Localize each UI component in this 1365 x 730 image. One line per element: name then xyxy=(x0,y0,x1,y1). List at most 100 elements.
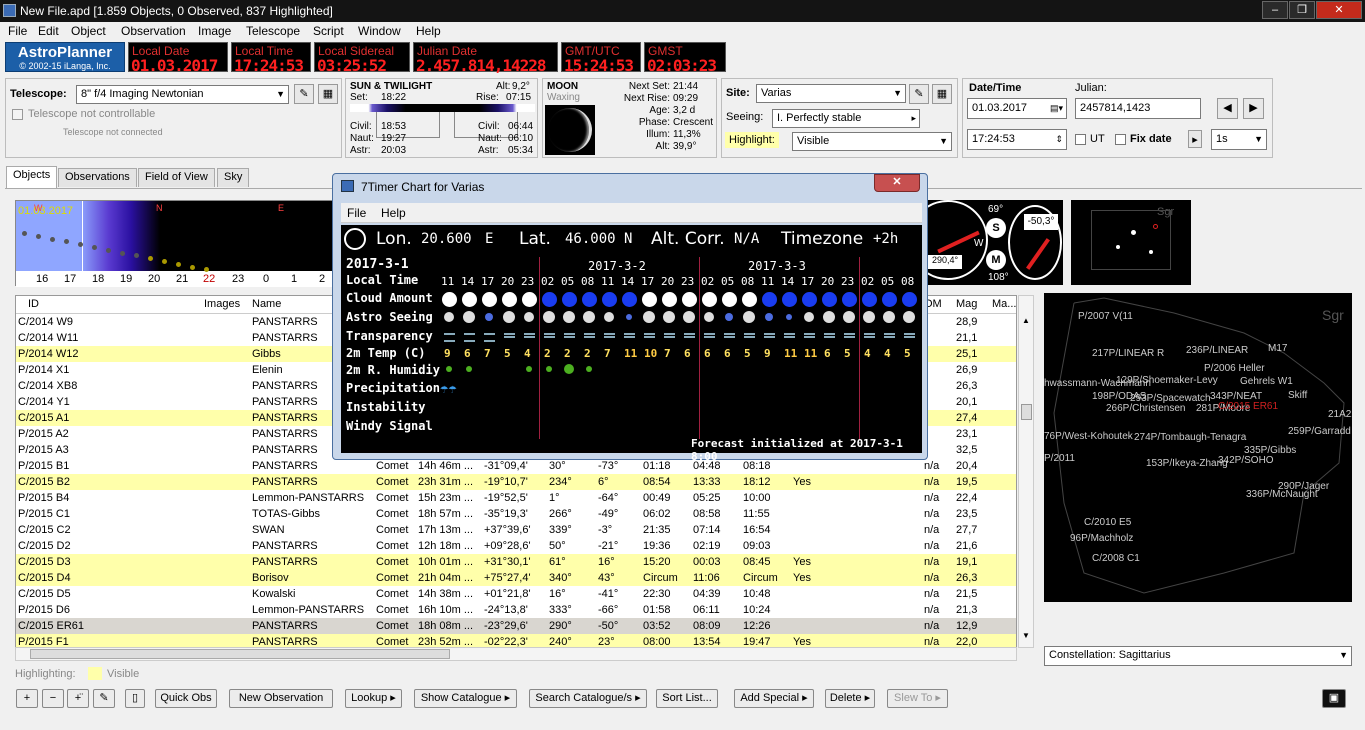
site-settings-button[interactable]: ▦ xyxy=(932,84,952,104)
highlight-select[interactable]: Visible ▼ xyxy=(792,132,952,151)
edit-button[interactable]: ✎ xyxy=(93,689,115,708)
col-ma[interactable]: Ma... xyxy=(992,298,1016,310)
altitude-timeline[interactable]: 01.03.2017 W N E 16 17 18 19 20 21 22 23… xyxy=(15,200,336,287)
quick-obs-button[interactable]: Quick Obs xyxy=(155,689,217,708)
add-button[interactable]: + xyxy=(16,689,38,708)
cell-transit: 04:39 xyxy=(693,588,721,600)
table-row[interactable]: P/2015 C1 TOTAS-Gibbs Comet 18h 57m ... -35°… xyxy=(16,506,1016,522)
popup-close-button[interactable]: ✕ xyxy=(874,174,920,192)
track-point xyxy=(120,250,125,256)
cell-name: SWAN xyxy=(252,524,285,536)
julian-field[interactable]: 2457814,1423 xyxy=(1075,98,1201,119)
table-row[interactable]: C/2015 D5 Kowalski Comet 14h 38m ... +01°21,… xyxy=(16,586,1016,602)
transparency-marker xyxy=(564,333,575,338)
seeing-select[interactable]: I. Perfectly stable ▸ xyxy=(772,109,920,128)
table-row[interactable]: C/2015 D3 PANSTARRS Comet 10h 01m ... +31°30… xyxy=(16,554,1016,570)
edit-site-button[interactable]: ✎ xyxy=(909,84,929,104)
new-observation-button[interactable]: New Observation xyxy=(229,689,333,708)
cell-id: P/2014 X1 xyxy=(18,364,70,376)
telescope-settings-button[interactable]: ▦ xyxy=(318,84,338,104)
lookup-button[interactable]: Lookup ▸ xyxy=(345,689,402,708)
remove-button[interactable]: − xyxy=(42,689,64,708)
sort-list-button[interactable]: Sort List... xyxy=(656,689,718,708)
popup-menu-file[interactable]: File xyxy=(347,206,366,220)
scroll-up-icon[interactable]: ▲ xyxy=(1022,316,1030,325)
tab-sky[interactable]: Sky xyxy=(217,168,250,187)
popup-menu-help[interactable]: Help xyxy=(381,206,406,220)
menu-script[interactable]: Script xyxy=(313,24,344,38)
night-mode-button[interactable]: ▣ xyxy=(1322,689,1346,708)
tab-field-of-view[interactable]: Field of View xyxy=(138,168,215,187)
cloud-marker xyxy=(822,292,837,307)
table-row[interactable]: C/2015 D4 Borisov Comet 21h 04m ... +75°27,4… xyxy=(16,570,1016,586)
prev-time-button[interactable]: ◀ xyxy=(1217,98,1238,119)
menu-window[interactable]: Window xyxy=(358,24,401,38)
col-mag[interactable]: Mag xyxy=(956,298,977,310)
minimize-button[interactable]: – xyxy=(1262,1,1288,19)
scroll-down-icon[interactable]: ▼ xyxy=(1022,631,1030,640)
close-button[interactable]: ✕ xyxy=(1316,1,1362,19)
add-multiple-button[interactable]: +̈ xyxy=(67,689,89,708)
table-row[interactable]: C/2015 D2 PANSTARRS Comet 12h 18m ... +09°28… xyxy=(16,538,1016,554)
col-name[interactable]: Name xyxy=(252,298,281,310)
ut-checkbox[interactable] xyxy=(1075,134,1086,145)
next-time-button[interactable]: ▶ xyxy=(1243,98,1264,119)
step-menu-button[interactable]: ▸ xyxy=(1188,130,1202,148)
menu-file[interactable]: File xyxy=(8,24,27,38)
show-catalogue-button[interactable]: Show Catalogue ▸ xyxy=(414,689,517,708)
telescope-select[interactable]: 8" f/4 Imaging Newtonian ▼ xyxy=(76,85,289,104)
table-vscrollbar[interactable]: ▲ ▼ xyxy=(1018,295,1034,648)
col-id[interactable]: ID xyxy=(28,298,39,310)
table-row[interactable]: P/2015 D6 Lemmon-PANSTARRS Comet 16h 10m ..… xyxy=(16,602,1016,618)
telescope-checkbox[interactable] xyxy=(12,109,23,120)
sky-object-label: C/2008 C1 xyxy=(1092,553,1140,564)
transparency-marker xyxy=(704,333,715,338)
cell-name: PANSTARRS xyxy=(252,540,318,552)
row-label-seeing: Astro Seeing xyxy=(346,310,433,324)
transparency-marker xyxy=(884,333,895,338)
temp-value: 6 xyxy=(464,347,471,360)
cell-name: PANSTARRS xyxy=(252,412,318,424)
track-point xyxy=(36,233,41,239)
fix-date-checkbox[interactable] xyxy=(1115,134,1126,145)
tab-observations[interactable]: Observations xyxy=(58,168,137,187)
add-special-button[interactable]: Add Special ▸ xyxy=(734,689,814,708)
slew-to-button[interactable]: Slew To ▸ xyxy=(887,689,948,708)
astr-morning: 05:34 xyxy=(508,145,534,156)
table-row[interactable]: P/2015 F1 PANSTARRS Comet 23h 52m ... -02°22… xyxy=(16,634,1016,647)
tab-objects[interactable]: Objects xyxy=(6,166,58,188)
menu-help[interactable]: Help xyxy=(416,24,441,38)
scroll-thumb[interactable] xyxy=(1021,404,1032,420)
edit-telescope-button[interactable]: ✎ xyxy=(294,84,314,104)
table-hscrollbar[interactable] xyxy=(15,647,1017,661)
cloud-marker xyxy=(462,292,477,307)
sky-chart[interactable]: Sgr P/2007 V(11 217P/LINEAR R 236P/LINEAR M… xyxy=(1044,293,1352,602)
menu-observation[interactable]: Observation xyxy=(121,24,186,38)
menu-image[interactable]: Image xyxy=(198,24,231,38)
cell-ra: 17h 13m ... xyxy=(418,524,474,536)
cell-name: Lemmon-PANSTARRS xyxy=(252,492,365,504)
table-row[interactable]: C/2015 C2 SWAN Comet 17h 13m ... +37°39,6' 33… xyxy=(16,522,1016,538)
maximize-button[interactable]: ❐ xyxy=(1289,1,1315,19)
date-field[interactable]: 01.03.2017 ▤▾ xyxy=(967,98,1067,119)
fix-date-label: Fix date xyxy=(1130,133,1172,145)
menu-object[interactable]: Object xyxy=(71,24,106,38)
site-select[interactable]: Varias ▼ xyxy=(756,84,906,103)
time-field[interactable]: 17:24:53 ⇕ xyxy=(967,129,1067,150)
delete-button[interactable]: Delete ▸ xyxy=(825,689,875,708)
step-select[interactable]: 1s ▼ xyxy=(1211,129,1267,150)
table-row[interactable]: P/2015 B4 Lemmon-PANSTARRS Comet 15h 23m ..… xyxy=(16,490,1016,506)
hscroll-thumb[interactable] xyxy=(30,649,450,659)
table-row[interactable]: C/2015 ER61 PANSTARRS Comet 18h 08m ... -23°… xyxy=(16,618,1016,634)
menu-edit[interactable]: Edit xyxy=(38,24,59,38)
sky-object-label: C/2010 E5 xyxy=(1084,517,1132,528)
table-row[interactable]: C/2015 B2 PANSTARRS Comet 23h 31m ... -19°10… xyxy=(16,474,1016,490)
track-point xyxy=(190,264,195,270)
constellation-select[interactable]: Constellation: Sagittarius ▼ xyxy=(1044,646,1352,666)
cell-mag: 27,7 xyxy=(956,524,978,536)
menu-telescope[interactable]: Telescope xyxy=(246,24,300,38)
cell-name: Lemmon-PANSTARRS xyxy=(252,604,365,616)
col-images[interactable]: Images xyxy=(204,298,240,310)
info-button[interactable]: ▯ xyxy=(125,689,145,708)
search-catalogue-button[interactable]: Search Catalogue/s ▸ xyxy=(529,689,647,708)
